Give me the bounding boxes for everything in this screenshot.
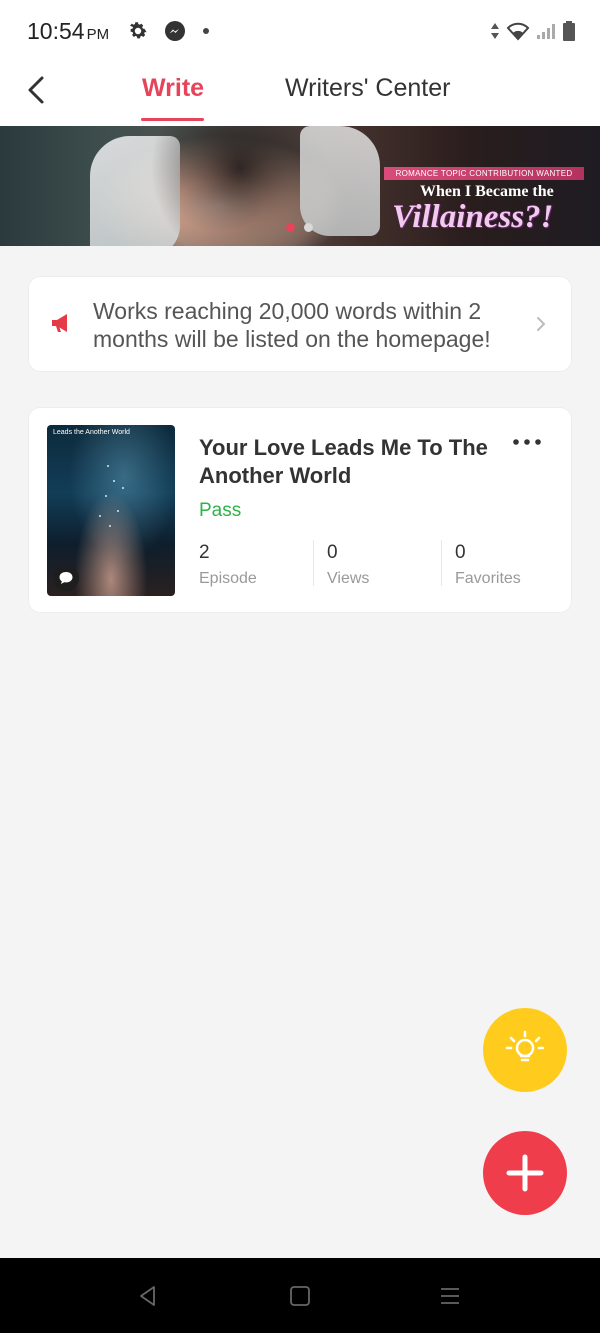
work-status-badge: Pass: [199, 500, 242, 521]
tab-writers-center[interactable]: Writers' Center: [285, 74, 450, 103]
active-tab-indicator: [141, 118, 204, 121]
megaphone-icon: [52, 314, 67, 332]
nav-home-icon[interactable]: [288, 1284, 312, 1308]
status-icons-left: [127, 19, 211, 43]
status-time-ampm: PM: [86, 25, 110, 43]
banner-dot-active[interactable]: [286, 223, 295, 232]
more-options-icon[interactable]: [511, 436, 543, 448]
plus-icon: [506, 1154, 544, 1192]
stat-views-label: Views: [327, 570, 370, 587]
status-time-value: 10:54: [27, 17, 85, 44]
nav-back-icon[interactable]: [136, 1284, 160, 1308]
cover-sparkle: [113, 480, 115, 482]
cover-title: Leads the Another World: [53, 429, 130, 436]
stat-views-value: 0: [327, 542, 338, 563]
status-icons-right: [490, 20, 576, 42]
cell-signal-icon: [537, 24, 555, 39]
chevron-right-icon: [537, 317, 546, 331]
idea-button[interactable]: [483, 1008, 567, 1092]
cover-sparkle: [122, 487, 124, 489]
stat-episodes: 2 Episode: [199, 542, 257, 588]
banner-dot[interactable]: [304, 223, 313, 232]
battery-icon: [563, 21, 575, 41]
system-navigation-bar: [0, 1258, 600, 1333]
work-card[interactable]: Leads the Another World Your Love Leads …: [28, 407, 572, 613]
stat-divider: [441, 540, 442, 586]
status-bar: 10:54 PM: [0, 0, 600, 62]
nav-recents-icon[interactable]: [438, 1284, 462, 1308]
notification-dot-icon: [203, 28, 210, 34]
add-work-button[interactable]: [483, 1131, 567, 1215]
stat-episodes-label: Episode: [199, 570, 257, 587]
status-time: 10:54 PM: [27, 18, 109, 45]
cover-sparkle: [109, 525, 111, 527]
wifi-icon: [506, 22, 530, 41]
notice-text: Works reaching 20,000 words within 2 mon…: [93, 298, 491, 352]
promo-banner[interactable]: ROMANCE TOPIC CONTRIBUTION WANTED When I…: [0, 126, 600, 246]
stat-favorites-value: 0: [455, 542, 466, 563]
tab-write[interactable]: Write: [142, 74, 204, 103]
cover-sparkle: [99, 515, 101, 517]
cover-sparkle: [117, 510, 119, 512]
cover-sparkle: [105, 495, 107, 497]
stat-views: 0 Views: [327, 542, 369, 588]
banner-title-line2: Villainess?!: [392, 199, 554, 235]
data-arrows-icon: [491, 23, 499, 39]
stat-favorites-label: Favorites: [455, 570, 521, 587]
settings-gear-icon: [130, 22, 147, 39]
stat-episodes-value: 2: [199, 542, 210, 563]
banner-tag: ROMANCE TOPIC CONTRIBUTION WANTED: [384, 167, 584, 180]
app-header: Write Writers' Center: [0, 62, 600, 126]
comment-bubble: [53, 565, 79, 591]
stat-divider: [313, 540, 314, 586]
back-arrow-icon[interactable]: [22, 74, 54, 106]
book-cover[interactable]: Leads the Another World: [47, 425, 175, 596]
messenger-icon: [165, 21, 186, 41]
work-title[interactable]: Your Love Leads Me To The Another World: [199, 434, 499, 490]
comment-bubble-icon: [59, 572, 73, 584]
banner-veil-right: [300, 126, 380, 236]
cover-sparkle: [107, 465, 109, 467]
notice-card[interactable]: Works reaching 20,000 words within 2 mon…: [28, 276, 572, 372]
stat-favorites: 0 Favorites: [455, 542, 521, 588]
lightbulb-icon: [505, 1030, 545, 1062]
